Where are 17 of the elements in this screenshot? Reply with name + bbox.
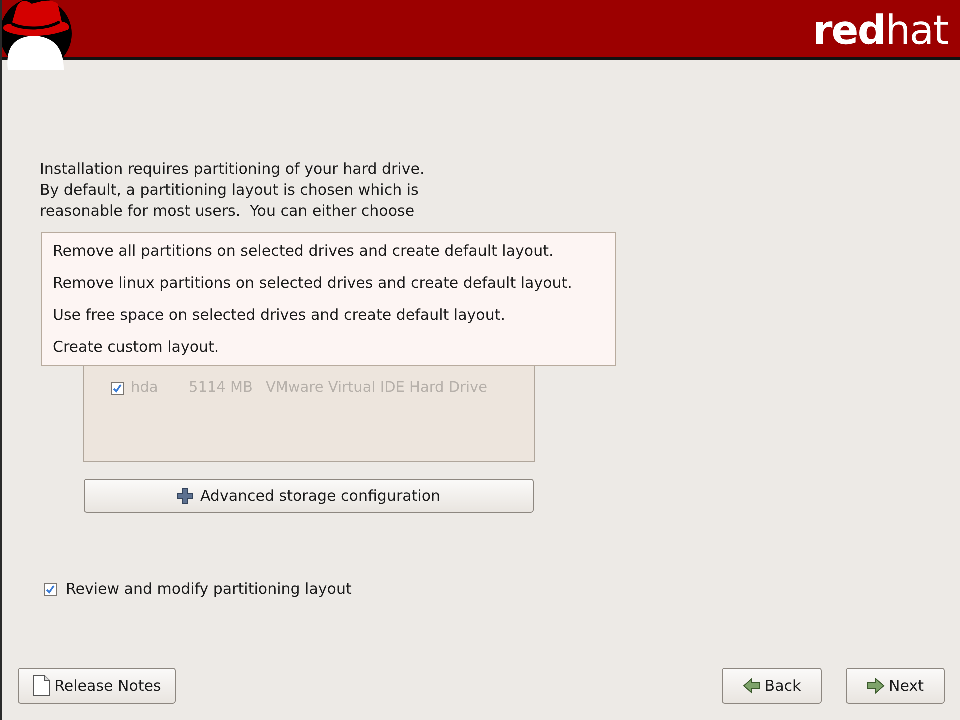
instructions-text: Installation requires partitioning of your hard drive. By default, a partitioning layout is chosen which is reasonable for most users. You can either choose xyxy=(40,159,426,222)
advanced-storage-button[interactable]: Advanced storage configuration xyxy=(84,479,534,513)
brand-wordmark: redhat xyxy=(812,8,948,54)
layout-option[interactable]: Remove all partitions on selected drives and create default layout. xyxy=(43,235,614,267)
plus-icon xyxy=(177,488,194,504)
logo-icon xyxy=(2,0,74,70)
layout-option[interactable]: Create custom layout. xyxy=(43,331,614,363)
right-arrow-icon xyxy=(867,678,886,694)
review-layout-label[interactable]: Review and modify partitioning layout xyxy=(66,580,352,598)
release-notes-button[interactable]: Release Notes xyxy=(18,668,176,704)
left-arrow-icon xyxy=(742,678,761,694)
layout-option[interactable]: Use free space on selected drives and create default layout. xyxy=(43,299,614,331)
next-button[interactable]: Next xyxy=(846,668,945,704)
document-icon xyxy=(32,675,51,697)
checkbox[interactable] xyxy=(44,582,57,596)
back-button[interactable]: Back xyxy=(722,668,822,704)
layout-option[interactable]: Remove linux partitions on selected drives and create default layout. xyxy=(43,267,614,299)
